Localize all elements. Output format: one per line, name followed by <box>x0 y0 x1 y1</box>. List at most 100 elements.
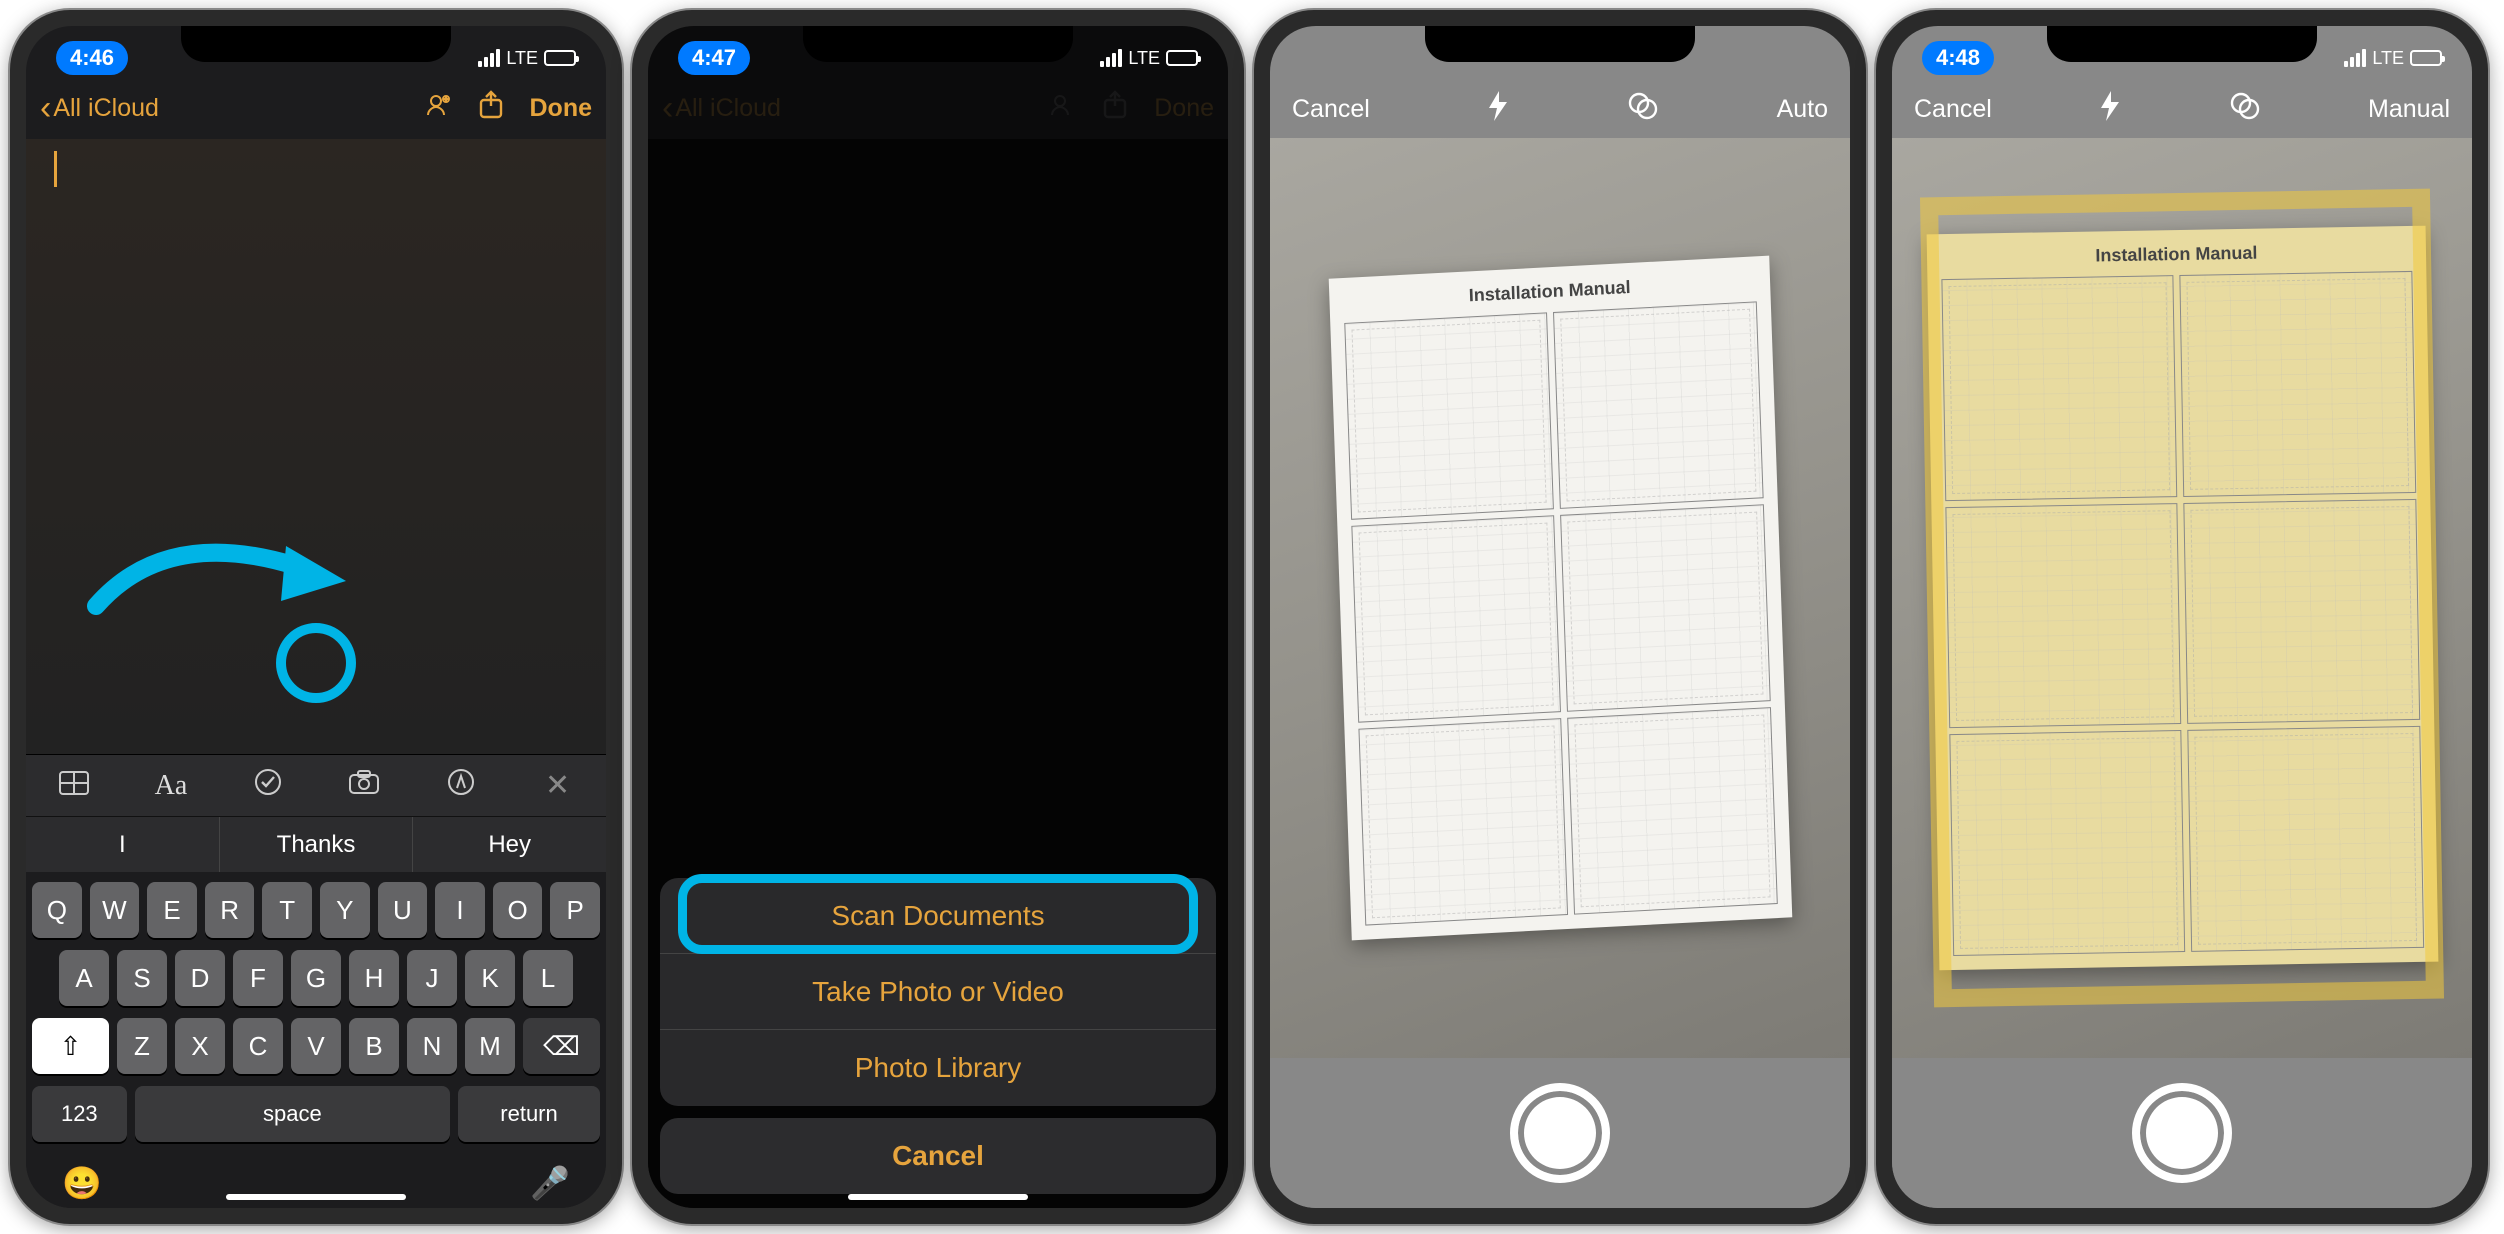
key-r[interactable]: R <box>205 882 255 938</box>
home-indicator[interactable] <box>1470 1194 1650 1200</box>
camera-viewfinder[interactable]: Installation Manual <box>1270 138 1850 1058</box>
keyboard: Q W E R T Y U I O P A S D F G H J K L <box>26 872 606 1208</box>
back-button[interactable]: ‹ All iCloud <box>40 94 159 123</box>
scanner-bottom-bar <box>1892 1058 2472 1208</box>
add-person-icon[interactable] <box>424 91 452 126</box>
text-style-icon[interactable]: Aa <box>149 770 193 802</box>
battery-icon <box>1166 50 1198 66</box>
status-time-recording[interactable]: 4:47 <box>678 41 750 75</box>
phone-2: 4:47 LTE ‹ All iCloud Done Scan Docum <box>632 10 1244 1224</box>
key-return[interactable]: return <box>458 1086 600 1142</box>
flash-icon[interactable] <box>2099 91 2121 128</box>
key-j[interactable]: J <box>407 950 457 1006</box>
sheet-cancel-button[interactable]: Cancel <box>660 1118 1216 1194</box>
photo-library-button[interactable]: Photo Library <box>660 1030 1216 1106</box>
note-body[interactable] <box>26 139 606 754</box>
key-k[interactable]: K <box>465 950 515 1006</box>
key-i[interactable]: I <box>435 882 485 938</box>
carrier-label: LTE <box>506 48 538 69</box>
key-m[interactable]: M <box>465 1018 515 1074</box>
screen-scanner-auto: Cancel Auto Installation Manual <box>1270 26 1850 1208</box>
key-t[interactable]: T <box>262 882 312 938</box>
tutorial-arrow <box>86 516 386 636</box>
status-time-recording[interactable]: 4:48 <box>1922 41 1994 75</box>
suggestion-3[interactable]: Hey <box>413 817 606 872</box>
camera-icon[interactable] <box>342 769 386 802</box>
key-y[interactable]: Y <box>320 882 370 938</box>
scan-documents-button[interactable]: Scan Documents <box>660 878 1216 954</box>
key-x[interactable]: X <box>175 1018 225 1074</box>
shutter-button[interactable] <box>1510 1083 1610 1183</box>
back-label: All iCloud <box>53 94 159 123</box>
key-e[interactable]: E <box>147 882 197 938</box>
scanner-navbar: Cancel Auto <box>1270 82 1850 138</box>
camera-viewfinder[interactable]: Installation Manual <box>1892 138 2472 1058</box>
carrier-label: LTE <box>2372 48 2404 69</box>
key-v[interactable]: V <box>291 1018 341 1074</box>
notes-toolbar: Aa ✕ <box>26 754 606 816</box>
key-n[interactable]: N <box>407 1018 457 1074</box>
key-d[interactable]: D <box>175 950 225 1006</box>
scanner-navbar: Cancel Manual <box>1892 82 2472 138</box>
detected-document-highlighted: Installation Manual <box>1926 226 2438 971</box>
battery-icon <box>544 50 576 66</box>
key-backspace[interactable]: ⌫ <box>523 1018 600 1074</box>
signal-icon <box>2344 49 2366 67</box>
suggestion-1[interactable]: I <box>26 817 220 872</box>
scanner-bottom-bar <box>1270 1058 1850 1208</box>
dictation-mic-icon[interactable]: 🎤 <box>530 1164 570 1202</box>
key-l[interactable]: L <box>523 950 573 1006</box>
phone-4: 4:48 LTE Cancel Manual Installation Manu… <box>1876 10 2488 1224</box>
home-indicator[interactable] <box>848 1194 1028 1200</box>
phone-1: 4:46 LTE ‹ All iCloud Done <box>10 10 622 1224</box>
home-indicator[interactable] <box>226 1194 406 1200</box>
key-h[interactable]: H <box>349 950 399 1006</box>
flash-icon[interactable] <box>1487 91 1509 128</box>
filter-icon[interactable] <box>1627 91 1659 128</box>
key-a[interactable]: A <box>59 950 109 1006</box>
close-toolbar-icon[interactable]: ✕ <box>536 768 580 803</box>
screen-notes-editor: 4:46 LTE ‹ All iCloud Done <box>26 26 606 1208</box>
camera-action-sheet: Scan Documents Take Photo or Video Photo… <box>660 878 1216 1194</box>
status-time-recording[interactable]: 4:46 <box>56 41 128 75</box>
key-space[interactable]: space <box>135 1086 450 1142</box>
key-p[interactable]: P <box>550 882 600 938</box>
capture-mode-toggle[interactable]: Manual <box>2368 95 2450 124</box>
chevron-left-icon: ‹ <box>40 98 51 118</box>
key-b[interactable]: B <box>349 1018 399 1074</box>
suggestion-2[interactable]: Thanks <box>220 817 414 872</box>
filter-icon[interactable] <box>2229 91 2261 128</box>
key-f[interactable]: F <box>233 950 283 1006</box>
cancel-button[interactable]: Cancel <box>1914 95 1992 124</box>
checklist-icon[interactable] <box>246 768 290 803</box>
document-diagram-grid <box>1941 271 2424 956</box>
key-w[interactable]: W <box>90 882 140 938</box>
key-c[interactable]: C <box>233 1018 283 1074</box>
shutter-button[interactable] <box>2132 1083 2232 1183</box>
carrier-label: LTE <box>1128 48 1160 69</box>
key-g[interactable]: G <box>291 950 341 1006</box>
key-s[interactable]: S <box>117 950 167 1006</box>
detected-document: Installation Manual <box>1328 255 1791 940</box>
key-u[interactable]: U <box>378 882 428 938</box>
table-icon[interactable] <box>52 770 96 802</box>
markup-icon[interactable] <box>439 768 483 803</box>
home-indicator[interactable] <box>2092 1194 2272 1200</box>
text-cursor <box>54 151 57 187</box>
key-o[interactable]: O <box>493 882 543 938</box>
key-shift[interactable]: ⇧ <box>32 1018 109 1074</box>
share-icon[interactable] <box>478 90 504 127</box>
key-q[interactable]: Q <box>32 882 82 938</box>
cancel-button[interactable]: Cancel <box>1292 95 1370 124</box>
screen-action-sheet: 4:47 LTE ‹ All iCloud Done Scan Docum <box>648 26 1228 1208</box>
notch-cutout <box>1425 26 1695 62</box>
notch-cutout <box>2047 26 2317 62</box>
notch-cutout <box>181 26 451 62</box>
done-button[interactable]: Done <box>530 94 593 123</box>
take-photo-button[interactable]: Take Photo or Video <box>660 954 1216 1030</box>
key-123[interactable]: 123 <box>32 1086 127 1142</box>
notch-cutout <box>803 26 1073 62</box>
key-z[interactable]: Z <box>117 1018 167 1074</box>
emoji-button[interactable]: 😀 <box>62 1164 102 1202</box>
capture-mode-toggle[interactable]: Auto <box>1777 95 1828 124</box>
